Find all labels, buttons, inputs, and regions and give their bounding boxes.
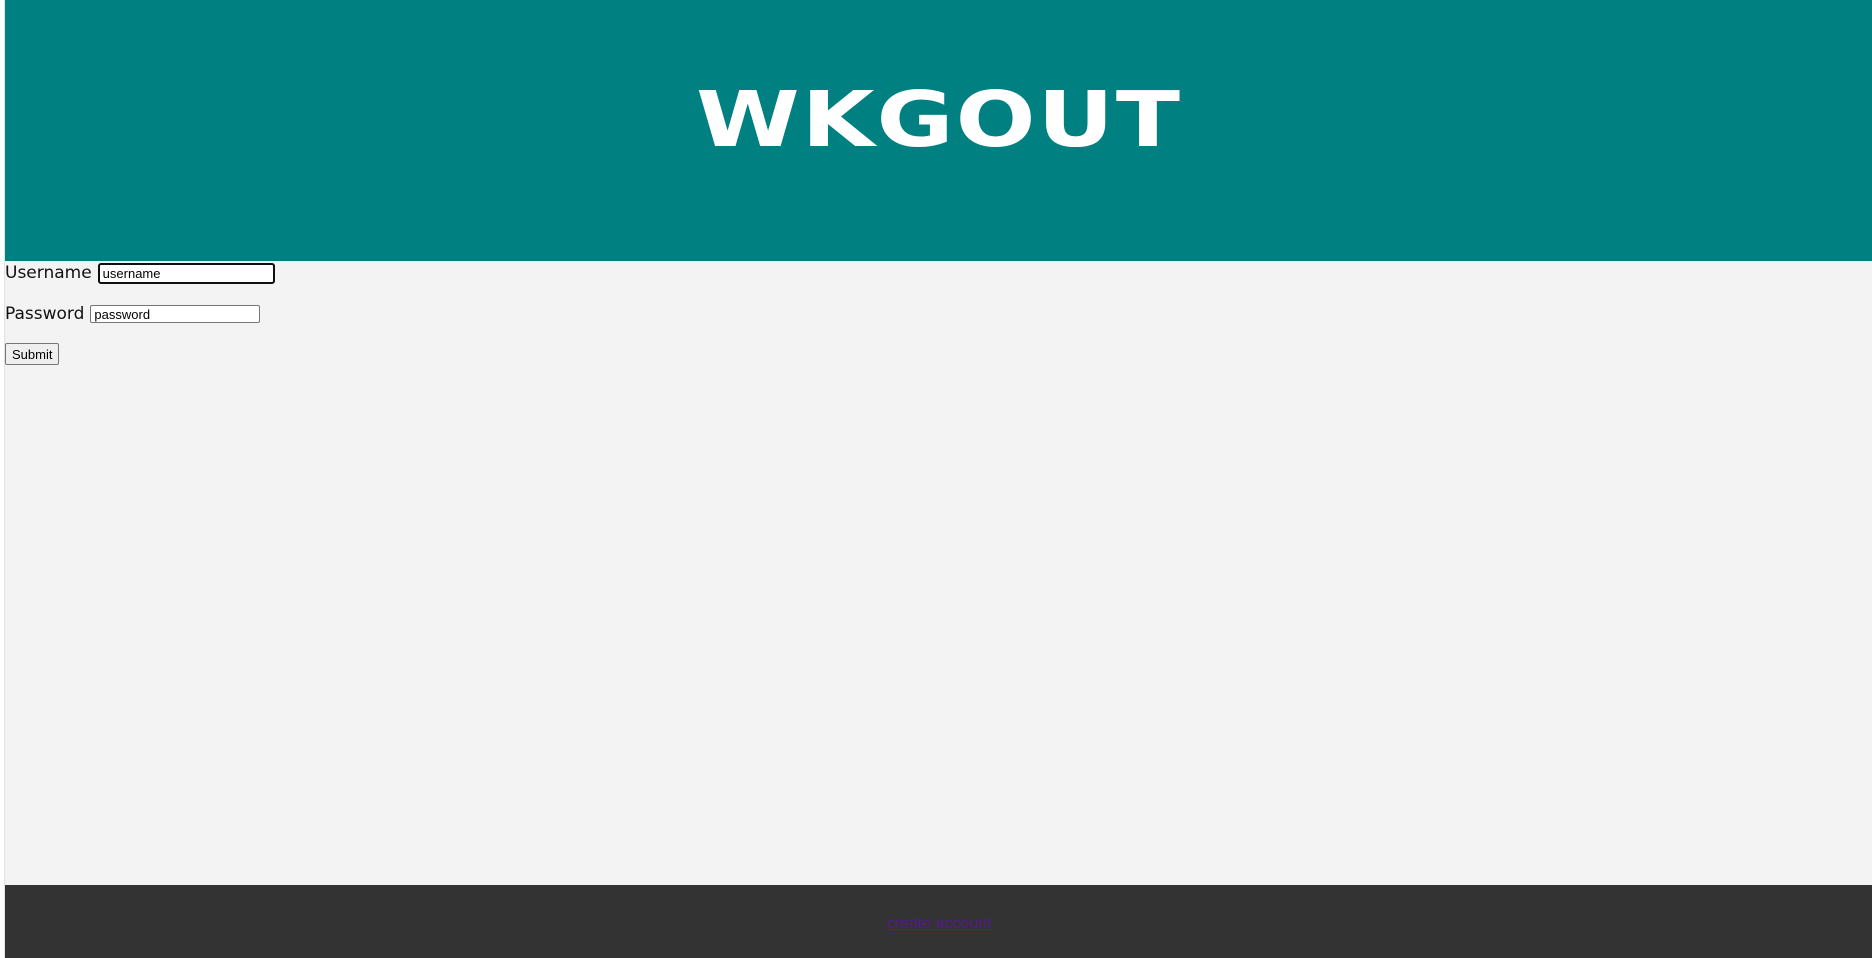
password-input[interactable] — [90, 305, 261, 323]
site-logo[interactable]: WKGOUT — [5, 82, 1872, 159]
username-label: Username — [5, 263, 92, 283]
password-row: Password — [5, 302, 261, 326]
header-banner: WKGOUT — [5, 0, 1872, 261]
username-row: Username — [5, 261, 275, 285]
footer: create account — [5, 885, 1872, 958]
page: WKGOUT Username Password Submit create a… — [4, 0, 1872, 958]
password-label: Password — [5, 304, 85, 324]
create-account-link[interactable]: create account — [5, 915, 1872, 933]
username-input[interactable] — [97, 262, 275, 284]
submit-button[interactable]: Submit — [5, 343, 60, 365]
